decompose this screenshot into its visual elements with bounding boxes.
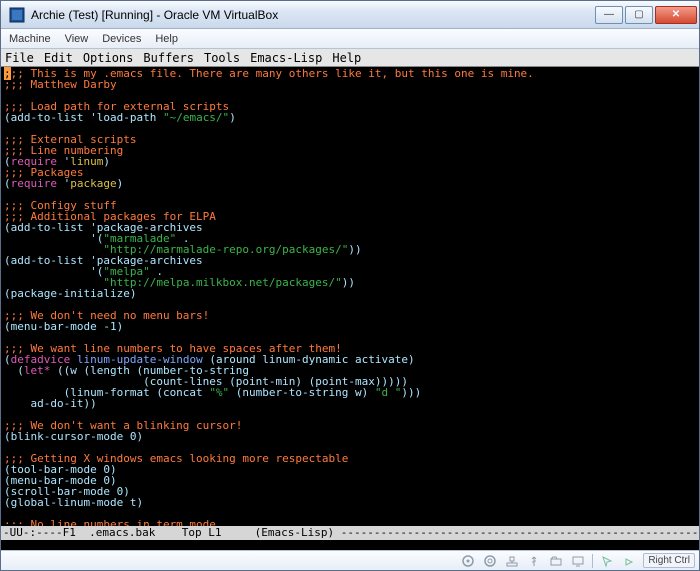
statusbar-separator (592, 554, 593, 568)
display-icon[interactable] (570, 553, 586, 569)
emacs-menu-emacs-lisp[interactable]: Emacs-Lisp (248, 51, 324, 65)
vb-menu-help[interactable]: Help (155, 33, 178, 45)
emacs-minibuffer[interactable] (1, 540, 699, 550)
emacs-menu-options[interactable]: Options (81, 51, 136, 65)
emacs-menu-edit[interactable]: Edit (42, 51, 75, 65)
emacs-menu-help[interactable]: Help (330, 51, 363, 65)
virtualbox-statusbar: Right Ctrl (1, 550, 699, 570)
virtualbox-menu: Machine View Devices Help (1, 29, 699, 49)
close-button[interactable]: ✕ (655, 6, 697, 24)
usb-icon[interactable] (526, 553, 542, 569)
optical-disk-icon[interactable] (482, 553, 498, 569)
window-buttons: — ▢ ✕ (595, 6, 697, 24)
network-icon[interactable] (504, 553, 520, 569)
vm-window: Archie (Test) [Running] - Oracle VM Virt… (0, 0, 700, 571)
emacs-modeline: -UU-:----F1 .emacs.bak Top L1 (Emacs-Lis… (1, 526, 699, 540)
emacs-menu-file[interactable]: File (3, 51, 36, 65)
vb-menu-view[interactable]: View (65, 33, 89, 45)
emacs-menu-tools[interactable]: Tools (202, 51, 242, 65)
hard-disk-icon[interactable] (460, 553, 476, 569)
host-key-indicator[interactable]: Right Ctrl (643, 553, 695, 568)
shared-folders-icon[interactable] (548, 553, 564, 569)
minimize-button[interactable]: — (595, 6, 623, 24)
virtualbox-icon (9, 7, 25, 23)
keyboard-capture-icon[interactable] (621, 553, 637, 569)
vb-menu-devices[interactable]: Devices (102, 33, 141, 45)
emacs-menubar: File Edit Options Buffers Tools Emacs-Li… (1, 49, 699, 67)
window-title: Archie (Test) [Running] - Oracle VM Virt… (31, 8, 595, 22)
maximize-button[interactable]: ▢ (625, 6, 653, 24)
emacs-buffer[interactable]: ;;; This is my .emacs file. There are ma… (1, 67, 699, 526)
vb-menu-machine[interactable]: Machine (9, 33, 51, 45)
titlebar[interactable]: Archie (Test) [Running] - Oracle VM Virt… (1, 1, 699, 29)
mouse-integration-icon[interactable] (599, 553, 615, 569)
emacs-menu-buffers[interactable]: Buffers (141, 51, 196, 65)
